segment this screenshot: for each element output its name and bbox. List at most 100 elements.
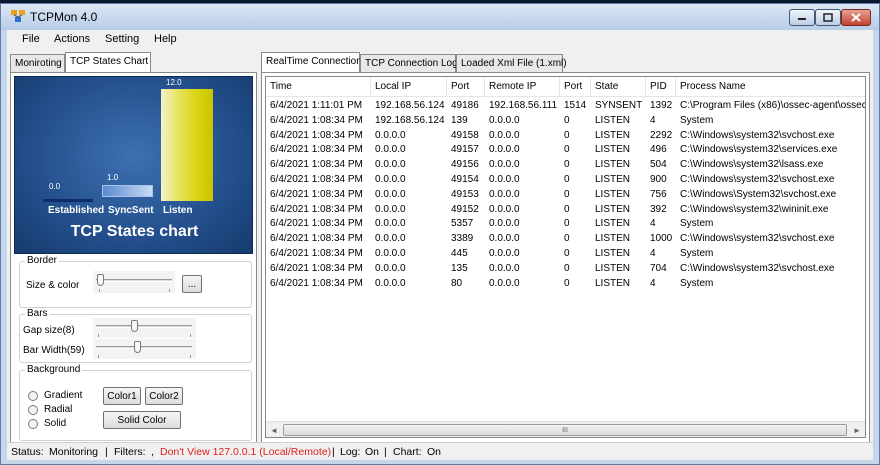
- status-separator: |: [105, 446, 108, 458]
- col-remote-ip[interactable]: Remote IP: [485, 77, 560, 97]
- col-local-ip[interactable]: Local IP: [371, 77, 447, 97]
- bar-width-label: Bar Width(59): [23, 345, 85, 356]
- solid-color-button[interactable]: Solid Color: [103, 411, 181, 429]
- cell-time: 6/4/2021 1:08:34 PM: [270, 159, 363, 171]
- cell-state: LISTEN: [595, 144, 631, 156]
- cell-process-name: System: [680, 277, 714, 289]
- filters-value: Don't View 127.0.0.1 (Local/Remote): [160, 446, 332, 458]
- table-row[interactable]: 6/4/2021 1:08:34 PM 0.0.0.0 49157 0.0.0.0 0 L…: [266, 142, 865, 157]
- menu-help[interactable]: Help: [154, 33, 177, 45]
- border-color-button[interactable]: ...: [182, 275, 202, 293]
- chart-label-syncsent: SyncSent: [108, 205, 154, 216]
- table-row[interactable]: 6/4/2021 1:08:34 PM 0.0.0.0 49156 0.0.0.0 0 L…: [266, 157, 865, 172]
- cell-state: LISTEN: [595, 159, 631, 171]
- size-color-label: Size & color: [26, 280, 80, 291]
- table-row[interactable]: 6/4/2021 1:08:34 PM 0.0.0.0 80 0.0.0.0 0 LIST…: [266, 276, 865, 291]
- col-remote-port[interactable]: Port: [560, 77, 591, 97]
- table-row[interactable]: 6/4/2021 1:08:34 PM 0.0.0.0 5357 0.0.0.0 0 LI…: [266, 216, 865, 231]
- col-time[interactable]: Time: [266, 77, 371, 97]
- table-row[interactable]: 6/4/2021 1:08:34 PM 0.0.0.0 445 0.0.0.0 0 LIS…: [266, 246, 865, 261]
- color1-button[interactable]: Color1: [103, 387, 141, 405]
- background-group-title: Background: [25, 364, 83, 375]
- gap-size-slider[interactable]: [93, 318, 196, 338]
- cell-local-ip: 0.0.0.0: [375, 277, 406, 289]
- cell-remote-port: 0: [564, 159, 570, 171]
- table-row[interactable]: 6/4/2021 1:08:34 PM 0.0.0.0 49154 0.0.0.0 0 L…: [266, 172, 865, 187]
- cell-state: LISTEN: [595, 114, 631, 126]
- col-local-port[interactable]: Port: [447, 77, 485, 97]
- menu-actions[interactable]: Actions: [54, 33, 90, 45]
- connections-panel: Time Local IP Port Remote IP Port State …: [261, 72, 870, 444]
- cell-local-port: 49157: [451, 144, 479, 156]
- cell-time: 6/4/2021 1:08:34 PM: [270, 188, 363, 200]
- menu-file[interactable]: File: [22, 33, 40, 45]
- table-row[interactable]: 6/4/2021 1:08:34 PM 0.0.0.0 49158 0.0.0.0 0 L…: [266, 128, 865, 143]
- title-bar[interactable]: TCPMon 4.0: [1, 4, 879, 30]
- cell-state: SYNSENT: [595, 100, 643, 111]
- cell-remote-ip: 0.0.0.0: [489, 277, 520, 289]
- tab-monitoring[interactable]: Moniroting: [10, 54, 65, 72]
- horizontal-scrollbar[interactable]: ◄ III ►: [266, 421, 865, 437]
- radial-radio[interactable]: [28, 405, 38, 415]
- cell-remote-port: 0: [564, 248, 570, 259]
- table-row[interactable]: 6/4/2021 1:08:34 PM 0.0.0.0 49153 0.0.0.0 0 L…: [266, 187, 865, 202]
- cell-state: LISTEN: [595, 262, 631, 274]
- chart-value-syncsent: 1.0: [107, 173, 119, 182]
- minimize-button[interactable]: [789, 9, 815, 26]
- tab-loaded-xml-file[interactable]: Loaded Xml File (1.xml): [456, 54, 567, 72]
- maximize-button[interactable]: [815, 9, 841, 26]
- menu-setting[interactable]: Setting: [105, 33, 139, 45]
- log-value: On: [365, 446, 380, 458]
- close-icon: [851, 13, 861, 22]
- tab-realtime-connection[interactable]: RealTime Connection: [261, 52, 362, 73]
- cell-time: 6/4/2021 1:08:34 PM: [270, 174, 363, 185]
- cell-remote-port: 0: [564, 262, 570, 274]
- status-bar: Status: Monitoring | Filters: , Don't Vi…: [7, 442, 873, 460]
- gradient-radio[interactable]: [28, 391, 38, 401]
- scroll-left-icon[interactable]: ◄: [266, 422, 282, 437]
- bar-width-slider[interactable]: [93, 339, 196, 359]
- client-area: File Actions Setting Help Moniroting TCP…: [7, 30, 873, 460]
- table-row[interactable]: 6/4/2021 1:11:01 PM 192.168.56.124 49186 19…: [266, 98, 865, 113]
- cell-process-name: System: [680, 218, 714, 230]
- cell-local-ip: 0.0.0.0: [375, 262, 406, 274]
- col-process-name[interactable]: Process Name: [676, 77, 865, 97]
- scroll-thumb[interactable]: III: [283, 424, 847, 436]
- cell-pid: 4: [650, 248, 656, 259]
- table-row[interactable]: 6/4/2021 1:08:34 PM 0.0.0.0 3389 0.0.0.0 0 LI…: [266, 231, 865, 246]
- tab-tcp-connection-log[interactable]: TCP Connection Log: [360, 54, 458, 72]
- table-row[interactable]: 6/4/2021 1:08:34 PM 0.0.0.0 135 0.0.0.0 0 LIS…: [266, 261, 865, 276]
- border-group-title: Border: [25, 255, 60, 266]
- cell-time: 6/4/2021 1:08:34 PM: [270, 277, 363, 289]
- color2-button[interactable]: Color2: [145, 387, 183, 405]
- filters-comma: ,: [151, 446, 154, 458]
- cell-state: LISTEN: [595, 129, 631, 141]
- close-button[interactable]: [841, 9, 871, 26]
- border-slider-thumb[interactable]: [97, 274, 104, 286]
- cell-local-port: 445: [451, 248, 468, 259]
- connections-table[interactable]: Time Local IP Port Remote IP Port State …: [265, 76, 866, 438]
- cell-remote-port: 0: [564, 114, 570, 126]
- col-state[interactable]: State: [591, 77, 646, 97]
- cell-remote-ip: 0.0.0.0: [489, 129, 520, 141]
- table-row[interactable]: 6/4/2021 1:08:34 PM 192.168.56.124 139 0.0.…: [266, 113, 865, 128]
- cell-local-port: 49153: [451, 188, 479, 200]
- cell-time: 6/4/2021 1:08:34 PM: [270, 203, 363, 215]
- cell-pid: 496: [650, 144, 667, 156]
- scroll-right-icon[interactable]: ►: [849, 422, 865, 437]
- cell-state: LISTEN: [595, 277, 631, 289]
- chart-bar-established: [43, 199, 93, 202]
- border-size-slider[interactable]: [93, 271, 175, 293]
- cell-process-name: C:\Windows\system32\wininit.exe: [680, 203, 829, 215]
- radial-label: Radial: [44, 404, 73, 415]
- width-slider-thumb[interactable]: [134, 341, 141, 353]
- cell-local-ip: 0.0.0.0: [375, 188, 406, 200]
- tab-tcp-states-chart[interactable]: TCP States Chart: [65, 52, 151, 73]
- table-header: Time Local IP Port Remote IP Port State …: [266, 77, 865, 97]
- table-row[interactable]: 6/4/2021 1:08:34 PM 0.0.0.0 49152 0.0.0.0 0 L…: [266, 202, 865, 217]
- cell-remote-ip: 0.0.0.0: [489, 262, 520, 274]
- solid-radio[interactable]: [28, 419, 38, 429]
- gap-slider-thumb[interactable]: [131, 320, 138, 332]
- col-pid[interactable]: PID: [646, 77, 676, 97]
- cell-pid: 4: [650, 218, 656, 230]
